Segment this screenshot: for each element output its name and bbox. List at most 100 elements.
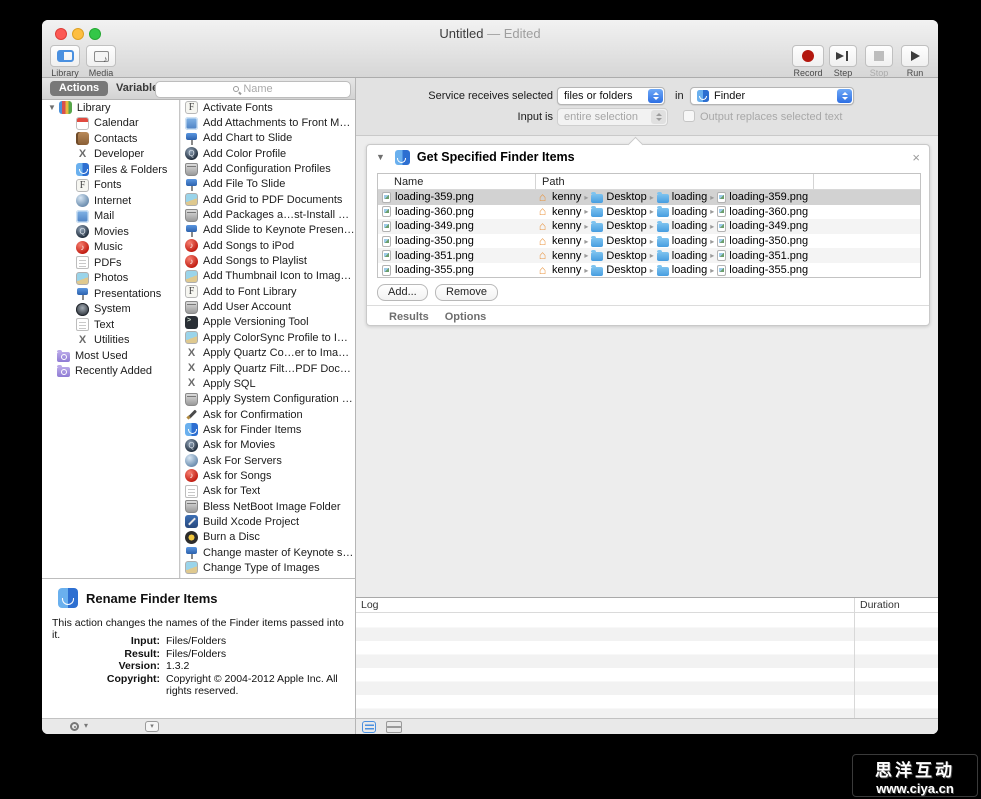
action-item-add-file-to-slide[interactable]: Add File To Slide (181, 177, 355, 192)
sidebar-item-label: Presentations (94, 288, 161, 300)
disclosure-triangle[interactable]: ▼ (48, 103, 56, 112)
sidebar-item-photos[interactable]: Photos (42, 271, 179, 287)
input-dropdown: entire selection (557, 108, 668, 126)
sidebar-item-most-used[interactable]: Most Used (42, 348, 179, 364)
action-item-activate-fonts[interactable]: Activate Fonts (181, 100, 355, 115)
sidebar-item-presentations[interactable]: Presentations (42, 286, 179, 302)
action-item-apply-colorsync-profile-to-images[interactable]: Apply ColorSync Profile to Images (181, 330, 355, 345)
action-item-add-to-font-library[interactable]: Add to Font Library (181, 284, 355, 299)
sidebar-item-text[interactable]: Text (42, 317, 179, 333)
action-item-ask-for-text[interactable]: Ask for Text (181, 484, 355, 499)
duration-column-header[interactable]: Duration (860, 599, 900, 611)
variables-view-icon[interactable] (386, 721, 400, 733)
media-button[interactable] (86, 45, 116, 67)
close-icon[interactable]: × (912, 151, 920, 164)
sidebar-item-mail[interactable]: Mail (42, 209, 179, 225)
action-item-add-packages-a-st-install-scripts[interactable]: Add Packages a…st-Install Scripts (181, 207, 355, 222)
disclosure-triangle[interactable]: ▼ (376, 152, 385, 162)
action-item-change-type-of-images[interactable]: Change Type of Images (181, 560, 355, 575)
action-item-apply-system-configuration-settings[interactable]: Apply System Configuration Settings (181, 392, 355, 407)
png-file-icon (382, 206, 391, 217)
action-item-add-thumbnail-icon-to-image-files[interactable]: Add Thumbnail Icon to Image Files (181, 269, 355, 284)
action-item-add-chart-to-slide[interactable]: Add Chart to Slide (181, 131, 355, 146)
log-view-icon[interactable] (362, 721, 376, 733)
chevron-down-icon[interactable]: ▾ (84, 721, 88, 730)
action-item-apple-versioning-tool[interactable]: Apple Versioning Tool (181, 315, 355, 330)
log-column-divider[interactable] (854, 598, 855, 719)
action-item-ask-for-finder-items[interactable]: Ask for Finder Items (181, 422, 355, 437)
action-item-add-songs-to-ipod[interactable]: Add Songs to iPod (181, 238, 355, 253)
keynote-icon (185, 546, 198, 559)
sidebar-item-contacts[interactable]: Contacts (42, 131, 179, 147)
sidebar-item-library[interactable]: ▼Library (42, 100, 179, 116)
sidebar-item-developer[interactable]: Developer (42, 147, 179, 163)
sidebar-item-music[interactable]: Music (42, 240, 179, 256)
action-item-add-configuration-profiles[interactable]: Add Configuration Profiles (181, 161, 355, 176)
action-item-add-songs-to-playlist[interactable]: Add Songs to Playlist (181, 253, 355, 268)
table-row[interactable]: loading-359.pngkenny▸Desktop▸loading▸loa… (378, 190, 920, 205)
sidebar-item-internet[interactable]: Internet (42, 193, 179, 209)
path-segment-label: Desktop (606, 220, 646, 232)
action-item-apply-quartz-co-er-to-image-files[interactable]: Apply Quartz Co…er to Image Files (181, 346, 355, 361)
action-item-bless-netboot-image-folder[interactable]: Bless NetBoot Image Folder (181, 499, 355, 514)
description-popup-button[interactable]: ▾ (145, 721, 159, 732)
run-button[interactable] (901, 45, 929, 67)
action-item-ask-for-confirmation[interactable]: Ask for Confirmation (181, 407, 355, 422)
receives-dropdown[interactable]: files or folders (557, 87, 665, 105)
get-specified-finder-items-block: ▼ Get Specified Finder Items × Name Path… (366, 144, 930, 326)
gear-icon[interactable] (70, 722, 79, 731)
action-item-build-xcode-project[interactable]: Build Xcode Project (181, 514, 355, 529)
sidebar-item-label: Movies (94, 226, 129, 238)
action-item-add-attachments-to-front-message[interactable]: Add Attachments to Front Message (181, 115, 355, 130)
sidebar-item-fonts[interactable]: Fonts (42, 178, 179, 194)
sidebar-item-system[interactable]: System (42, 302, 179, 318)
developer-icon (76, 334, 89, 347)
add-button[interactable]: Add... (377, 284, 428, 301)
sidebar-item-recently-added[interactable]: Recently Added (42, 364, 179, 380)
sidebar-item-movies[interactable]: Movies (42, 224, 179, 240)
title-toolbar: Untitled — Edited Library Media Record S… (42, 20, 938, 78)
record-button[interactable] (792, 45, 824, 67)
table-row[interactable]: loading-349.pngkenny▸Desktop▸loading▸loa… (378, 219, 920, 234)
tab-actions[interactable]: Actions (50, 81, 108, 96)
basket-icon (185, 209, 198, 222)
path-segment: Desktop (591, 220, 646, 232)
receives-value: files or folders (564, 90, 632, 102)
sidebar-item-files-folders[interactable]: Files & Folders (42, 162, 179, 178)
stop-button[interactable] (865, 45, 893, 67)
table-row[interactable]: loading-351.pngkenny▸Desktop▸loading▸loa… (378, 248, 920, 263)
images-icon (185, 331, 198, 344)
column-header-path[interactable]: Path (536, 174, 814, 189)
action-item-add-slide-to-keynote-presentation[interactable]: Add Slide to Keynote Presentation (181, 223, 355, 238)
action-item-add-user-account[interactable]: Add User Account (181, 299, 355, 314)
library-button[interactable] (50, 45, 80, 67)
sidebar-item-calendar[interactable]: Calendar (42, 116, 179, 132)
action-item-add-grid-to-pdf-documents[interactable]: Add Grid to PDF Documents (181, 192, 355, 207)
table-row[interactable]: loading-350.pngkenny▸Desktop▸loading▸loa… (378, 234, 920, 249)
action-item-ask-for-servers[interactable]: Ask For Servers (181, 453, 355, 468)
images-icon (185, 193, 198, 206)
action-item-burn-a-disc[interactable]: Burn a Disc (181, 530, 355, 545)
path-segment: loading (657, 250, 707, 262)
action-item-add-color-profile[interactable]: Add Color Profile (181, 146, 355, 161)
action-item-apply-quartz-filt-pdf-documents[interactable]: Apply Quartz Filt…PDF Documents (181, 361, 355, 376)
sidebar-item-pdfs[interactable]: PDFs (42, 255, 179, 271)
sidebar-item-utilities[interactable]: Utilities (42, 333, 179, 349)
action-item-change-master-of-keynote-slide[interactable]: Change master of Keynote slide (181, 545, 355, 560)
results-link[interactable]: Results (389, 311, 429, 323)
table-row[interactable]: loading-360.pngkenny▸Desktop▸loading▸loa… (378, 205, 920, 220)
action-item-ask-for-movies[interactable]: Ask for Movies (181, 438, 355, 453)
action-item-apply-sql[interactable]: Apply SQL (181, 376, 355, 391)
remove-button[interactable]: Remove (435, 284, 498, 301)
options-link[interactable]: Options (445, 311, 487, 323)
path-segment-label: kenny (552, 264, 581, 276)
step-button[interactable] (829, 45, 857, 67)
application-dropdown[interactable]: Finder (690, 87, 854, 105)
search-input[interactable]: Name (155, 81, 351, 98)
action-item-ask-for-songs[interactable]: Ask for Songs (181, 468, 355, 483)
path-segment-label: loading-350.png (729, 235, 808, 247)
media-button-label: Media (84, 68, 118, 78)
log-column-header[interactable]: Log (361, 599, 379, 611)
column-header-name[interactable]: Name (378, 174, 536, 189)
table-row[interactable]: loading-355.pngkenny▸Desktop▸loading▸loa… (378, 263, 920, 278)
